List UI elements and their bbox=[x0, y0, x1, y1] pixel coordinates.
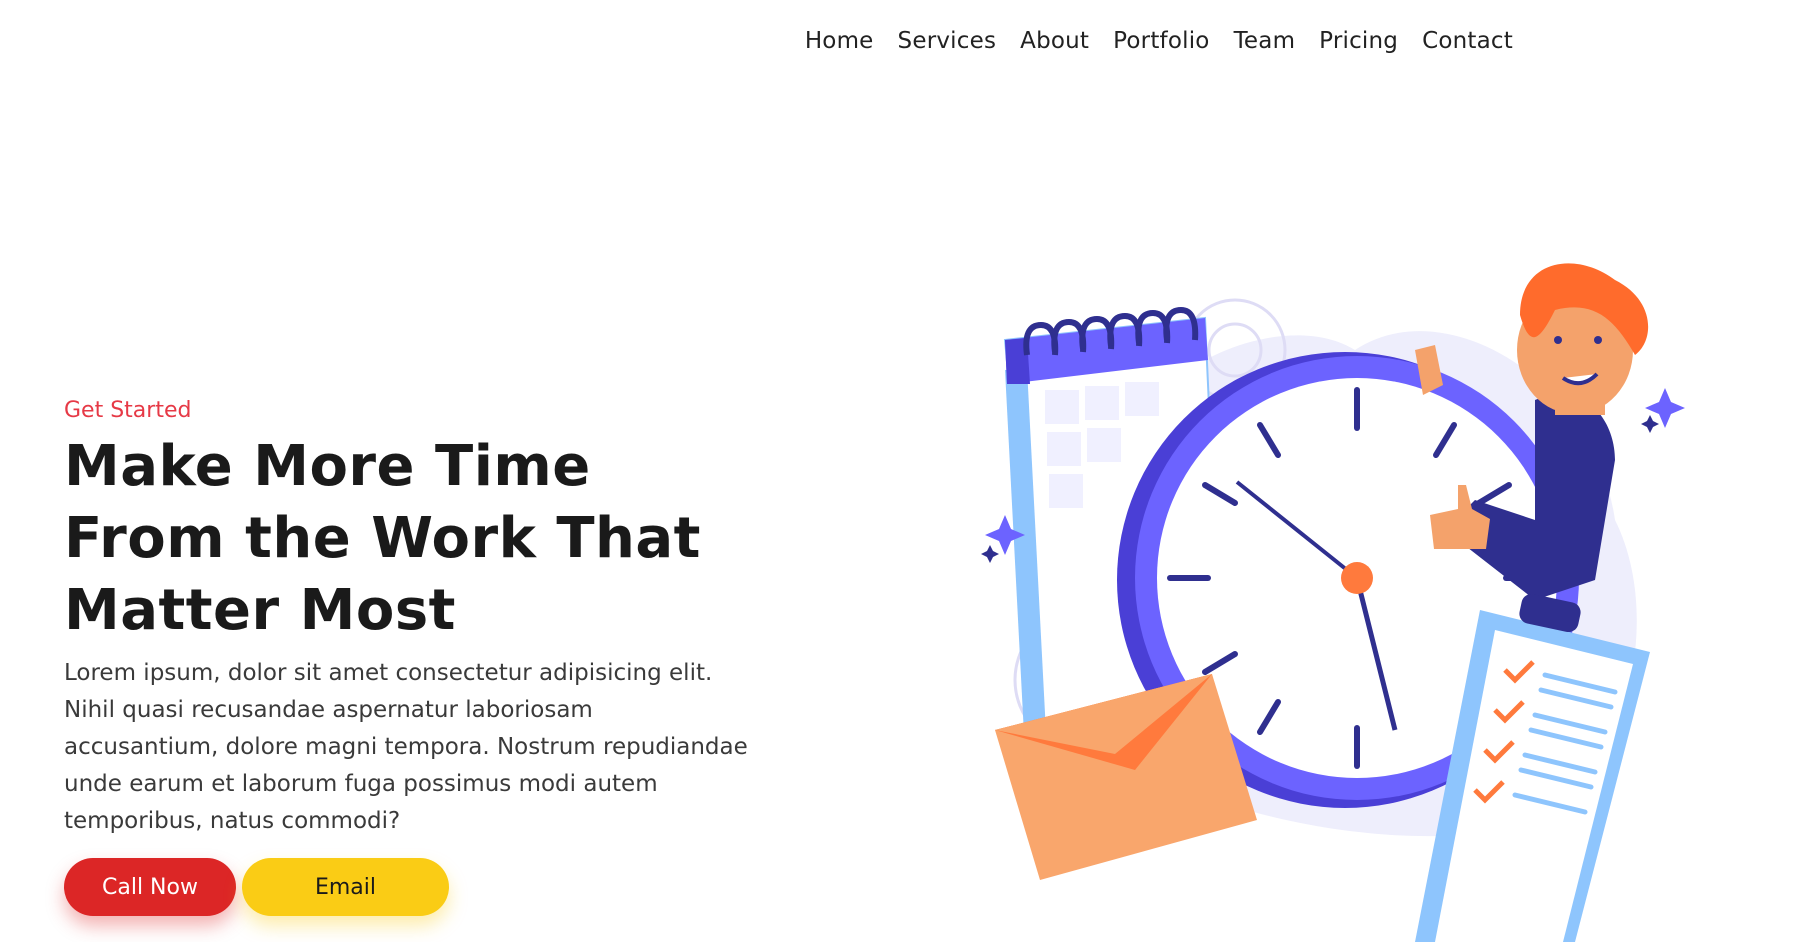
nav-pricing[interactable]: Pricing bbox=[1307, 22, 1410, 60]
nav-home[interactable]: Home bbox=[793, 22, 886, 60]
nav-about[interactable]: About bbox=[1008, 22, 1101, 60]
email-button[interactable]: Email bbox=[242, 858, 449, 916]
hero-cta-group: Call Now Email bbox=[64, 858, 764, 916]
hero-eyebrow: Get Started bbox=[64, 398, 192, 423]
nav-services[interactable]: Services bbox=[886, 22, 1009, 60]
top-nav: Home Services About Portfolio Team Prici… bbox=[793, 22, 1525, 60]
call-now-button[interactable]: Call Now bbox=[64, 858, 236, 916]
nav-team[interactable]: Team bbox=[1222, 22, 1308, 60]
time-management-illustration bbox=[975, 260, 1755, 942]
nav-contact[interactable]: Contact bbox=[1410, 22, 1525, 60]
hero-headline: Make More Time From the Work That Matter… bbox=[64, 434, 701, 643]
landing-page: Home Services About Portfolio Team Prici… bbox=[0, 0, 1800, 942]
hero-description: Lorem ipsum, dolor sit amet consectetur … bbox=[64, 660, 748, 834]
hero-section: Get Started Make More Time From the Work… bbox=[64, 398, 764, 916]
nav-portfolio[interactable]: Portfolio bbox=[1101, 22, 1221, 60]
